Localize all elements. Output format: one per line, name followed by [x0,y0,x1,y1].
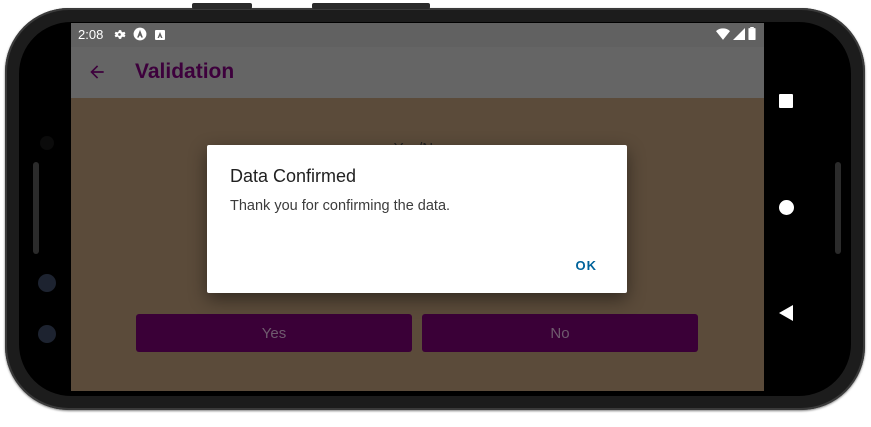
yes-button[interactable]: Yes [136,314,412,352]
dialog-message: Thank you for confirming the data. [230,198,451,214]
sensor [38,274,56,292]
back-icon[interactable] [776,303,796,323]
page-title: Validation [135,60,235,83]
notification-icons [113,27,166,46]
a-circle-icon [133,27,147,46]
dialog-title: Data Confirmed [230,166,357,186]
gear-icon [113,28,126,46]
arrow-left-icon[interactable] [87,62,109,84]
status-bar: 2:08 [71,23,764,47]
no-button[interactable]: No [422,314,698,352]
recents-icon[interactable] [776,91,796,111]
front-camera [40,136,54,150]
ok-button[interactable]: OK [576,258,598,273]
navigation-bar [764,23,808,391]
confirmation-dialog: Data Confirmed Thank you for confirming … [207,145,627,293]
battery-icon [748,27,756,45]
wifi-icon [716,27,730,45]
left-speaker [33,162,39,254]
hardware-button [312,3,430,9]
home-icon[interactable] [776,197,796,217]
sensor [38,325,56,343]
app-screen: 2:08 Validation Yes No Data Confirmed Th… [71,23,764,391]
status-time: 2:08 [78,27,104,42]
hardware-button [192,3,252,9]
right-speaker [835,162,841,254]
system-icons [716,27,756,45]
signal-icon [733,27,745,45]
app-bar: Validation [71,47,764,98]
a-square-icon [154,28,166,46]
